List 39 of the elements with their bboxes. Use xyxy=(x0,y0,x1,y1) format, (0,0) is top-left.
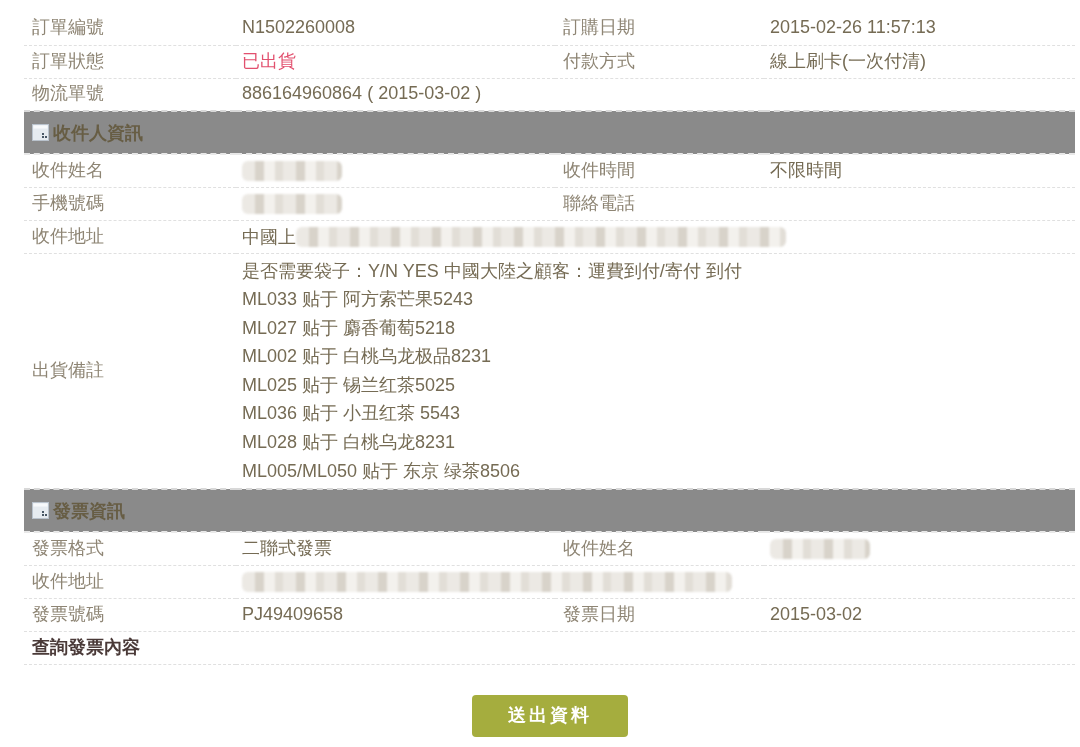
field-label: 發票日期 xyxy=(563,603,635,624)
field-value: 886164960864 ( 2015-03-02 ) xyxy=(242,83,482,104)
field-value: 二聯式發票 xyxy=(242,538,332,558)
field-label: 發票格式 xyxy=(32,538,104,558)
order-status: 已出貨 xyxy=(242,50,296,71)
field-value: PJ49409658 xyxy=(242,603,344,624)
tile-icon xyxy=(32,124,49,141)
field-label: 收件地址 xyxy=(32,570,104,591)
field-label: 聯絡電話 xyxy=(563,192,635,213)
field-label: 訂單編號 xyxy=(32,17,104,38)
note-line: ML027 贴于 麝香葡萄5218 xyxy=(242,316,456,340)
field-label: 付款方式 xyxy=(563,50,635,71)
field-value: 中國上 xyxy=(242,225,296,248)
field-label: 訂單狀態 xyxy=(32,50,104,71)
field-value: 不限時間 xyxy=(770,159,842,180)
field-label: 發票號碼 xyxy=(32,603,104,624)
field-label: 收件姓名 xyxy=(32,159,104,180)
field-label: 收件姓名 xyxy=(563,538,635,558)
field-label: 收件時間 xyxy=(563,159,635,180)
section-title: 收件人資訊 xyxy=(53,121,143,144)
field-label: 訂購日期 xyxy=(563,17,635,38)
note-line: ML028 贴于 白桃乌龙8231 xyxy=(242,431,456,455)
note-line: ML002 贴于 白桃乌龙极品8231 xyxy=(242,345,492,369)
tile-icon xyxy=(32,502,49,520)
query-invoice-link[interactable]: 查詢發票內容 xyxy=(32,636,140,657)
field-label: 物流單號 xyxy=(32,83,104,104)
field-value: N1502260008 xyxy=(242,17,356,38)
note-line: ML036 贴于 小丑红茶 5543 xyxy=(242,402,461,426)
field-value: 2015-02-26 11:57:13 xyxy=(770,17,936,38)
field-label: 收件地址 xyxy=(32,225,104,246)
field-label: 手機號碼 xyxy=(32,192,104,213)
field-label: 出貨備註 xyxy=(32,359,104,380)
field-value: 線上刷卡(一次付清) xyxy=(770,50,926,71)
section-title: 發票資訊 xyxy=(53,499,125,522)
note-line: ML005/ML050 贴于 东京 绿茶8506 xyxy=(242,459,521,483)
field-value: 2015-03-02 xyxy=(770,603,863,624)
note-line: ML033 贴于 阿方索芒果5243 xyxy=(242,288,474,312)
note-line: 是否需要袋子：Y/N YES 中國大陸之顧客：運費到付/寄付 到付 xyxy=(242,259,742,283)
note-line: ML025 贴于 锡兰红茶5025 xyxy=(242,373,456,397)
